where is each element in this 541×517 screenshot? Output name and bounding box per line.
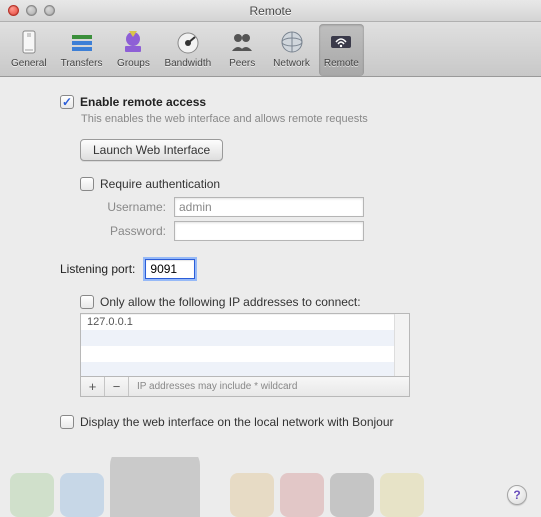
ip-whitelist-label: Only allow the following IP addresses to… xyxy=(100,295,361,309)
listening-port-label: Listening port: xyxy=(60,262,135,276)
enable-remote-label: Enable remote access xyxy=(80,95,206,109)
password-field[interactable] xyxy=(174,221,364,241)
preferences-toolbar: General Transfers Groups Bandwidth Peers… xyxy=(0,22,541,77)
listening-port-field[interactable] xyxy=(145,259,195,279)
username-field[interactable] xyxy=(174,197,364,217)
remote-icon xyxy=(326,27,356,57)
tab-groups[interactable]: Groups xyxy=(111,24,155,76)
launch-web-interface-button[interactable]: Launch Web Interface xyxy=(80,139,223,161)
peers-icon xyxy=(227,27,257,57)
require-auth-label: Require authentication xyxy=(100,177,220,191)
ip-list-hint: IP addresses may include * wildcard xyxy=(129,381,409,392)
list-item xyxy=(81,346,409,362)
tab-general[interactable]: General xyxy=(6,24,52,76)
list-item xyxy=(81,362,409,377)
list-item xyxy=(81,330,409,346)
tab-label: Bandwidth xyxy=(164,58,211,69)
tab-bandwidth[interactable]: Bandwidth xyxy=(159,24,216,76)
groups-icon xyxy=(118,27,148,57)
remove-ip-button[interactable]: − xyxy=(105,377,129,396)
listening-port-row: Listening port: xyxy=(60,259,513,279)
require-auth-checkbox[interactable] xyxy=(80,177,94,191)
general-icon xyxy=(14,27,44,57)
zoom-window-icon[interactable] xyxy=(44,5,55,16)
remote-pane: Enable remote access This enables the we… xyxy=(0,77,541,517)
ip-whitelist-checkbox[interactable] xyxy=(80,295,94,309)
window-controls xyxy=(0,5,55,16)
enable-remote-description: This enables the web interface and allow… xyxy=(81,113,513,125)
list-item[interactable]: 127.0.0.1 xyxy=(81,314,409,330)
bonjour-checkbox[interactable] xyxy=(60,415,74,429)
username-label: Username: xyxy=(88,200,166,214)
enable-remote-checkbox[interactable] xyxy=(60,95,74,109)
ip-whitelist-block: 127.0.0.1 + − IP addresses may include *… xyxy=(80,313,513,397)
tab-label: Network xyxy=(273,58,310,69)
tab-network[interactable]: Network xyxy=(268,24,315,76)
network-icon xyxy=(277,27,307,57)
require-auth-row: Require authentication xyxy=(80,177,513,191)
tab-label: Remote xyxy=(324,58,359,69)
bonjour-label: Display the web interface on the local n… xyxy=(80,415,394,429)
bandwidth-icon xyxy=(173,27,203,57)
scrollbar[interactable] xyxy=(394,314,409,376)
ip-list-controls: + − IP addresses may include * wildcard xyxy=(80,377,410,397)
username-row: Username: xyxy=(88,197,513,217)
bonjour-row: Display the web interface on the local n… xyxy=(60,415,513,429)
close-window-icon[interactable] xyxy=(8,5,19,16)
tab-label: Groups xyxy=(117,58,150,69)
password-row: Password: xyxy=(88,221,513,241)
password-label: Password: xyxy=(88,224,166,238)
minimize-window-icon[interactable] xyxy=(26,5,37,16)
transfers-icon xyxy=(67,27,97,57)
tab-transfers[interactable]: Transfers xyxy=(56,24,108,76)
tab-label: Peers xyxy=(229,58,255,69)
enable-remote-row: Enable remote access xyxy=(60,95,513,109)
ip-whitelist-row: Only allow the following IP addresses to… xyxy=(80,295,513,309)
tab-peers[interactable]: Peers xyxy=(220,24,264,76)
tab-remote[interactable]: Remote xyxy=(319,24,364,76)
help-button[interactable]: ? xyxy=(507,485,527,505)
tab-label: Transfers xyxy=(61,58,103,69)
window-title: Remote xyxy=(0,4,541,18)
ip-address-list[interactable]: 127.0.0.1 xyxy=(80,313,410,377)
add-ip-button[interactable]: + xyxy=(81,377,105,396)
tab-label: General xyxy=(11,58,47,69)
background-watermark xyxy=(0,457,541,517)
titlebar: Remote xyxy=(0,0,541,22)
